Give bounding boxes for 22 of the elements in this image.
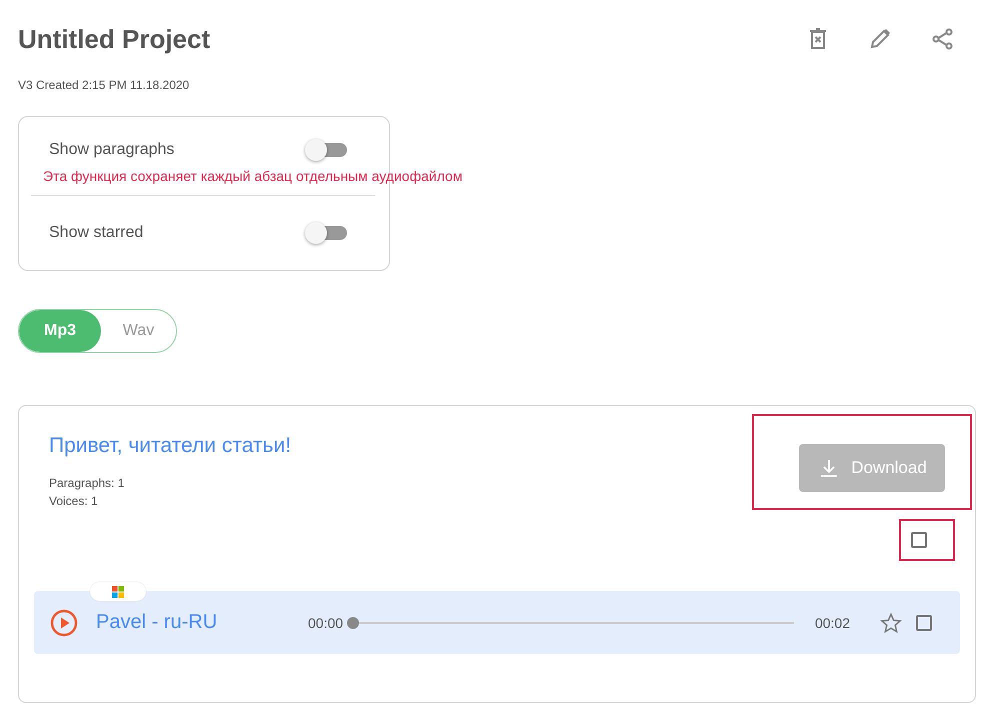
play-icon[interactable] [50, 608, 78, 636]
star-icon[interactable] [880, 612, 902, 634]
windows-logo-badge [90, 582, 146, 601]
stat-text: Voices: 1 [49, 494, 99, 508]
setting-label: Show starred [49, 223, 144, 243]
stat-text: Paragraphs: 1 [49, 476, 126, 490]
checkbox[interactable] [916, 614, 932, 630]
project-heading[interactable]: Привет, читатели статьи! [49, 434, 292, 458]
time-text: 00:02 [814, 614, 850, 630]
project-title: Untitled Project [18, 24, 210, 54]
voice-name[interactable]: Pavel - ru-RU [96, 611, 308, 634]
share-icon[interactable] [932, 28, 954, 50]
slider-thumb[interactable] [347, 616, 360, 628]
format-option[interactable]: Mp3 [19, 310, 101, 352]
hint-text: Эта функция сохраняет каждый абзац отдельным аудиофайлом [43, 167, 462, 185]
delete-icon[interactable] [808, 28, 828, 50]
download-icon [819, 458, 840, 478]
checkbox[interactable] [911, 532, 927, 548]
created-date: V3 Created 2:15 PM 11.18.2020 [18, 78, 190, 92]
setting-label: Show paragraphs [49, 140, 176, 160]
time-text: 00:00 [308, 614, 344, 630]
pencil-icon[interactable] [869, 28, 891, 50]
